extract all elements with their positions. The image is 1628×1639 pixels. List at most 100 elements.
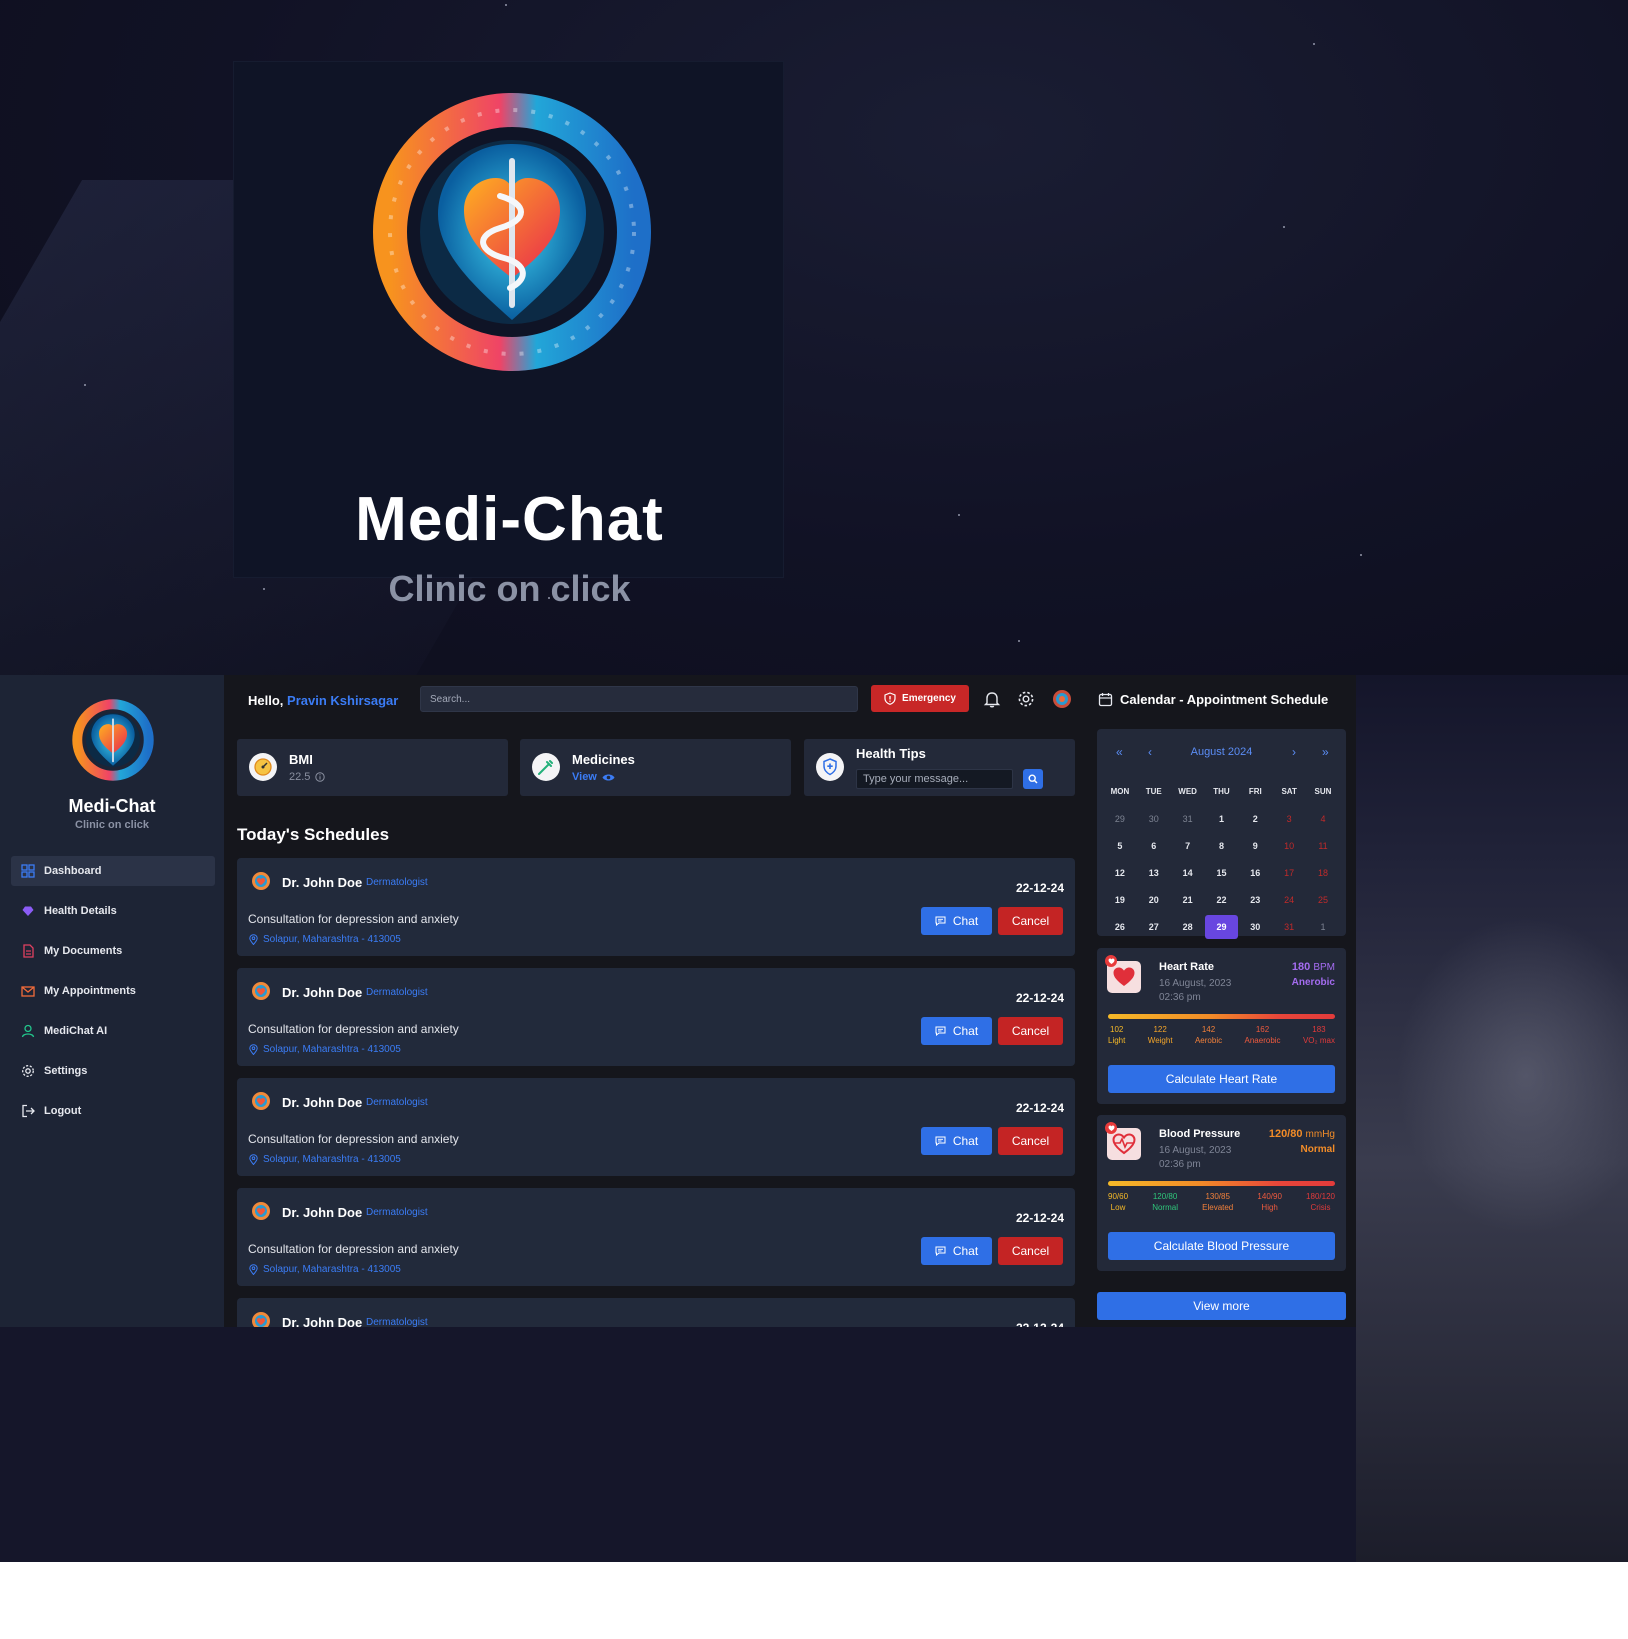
calendar-day[interactable]: 1 [1306, 922, 1340, 932]
sidebar-item-label: My Documents [44, 945, 123, 957]
calendar-day[interactable]: 21 [1171, 895, 1205, 905]
sidebar-item-my-appointments[interactable]: My Appointments [11, 976, 215, 1006]
user-name[interactable]: Pravin Kshirsagar [287, 693, 398, 708]
cancel-button[interactable]: Cancel [998, 907, 1063, 935]
calendar-day[interactable]: 28 [1171, 922, 1205, 932]
doctor-name[interactable]: Dr. John Doe [282, 1205, 362, 1220]
doctor-name[interactable]: Dr. John Doe [282, 985, 362, 1000]
calendar-day[interactable]: 22 [1205, 895, 1239, 905]
calendar-day-number: 11 [1318, 840, 1328, 851]
calendar-day[interactable]: 23 [1238, 895, 1272, 905]
calculate-blood-pressure-button[interactable]: Calculate Blood Pressure [1108, 1232, 1335, 1260]
calendar-day[interactable]: 31 [1272, 922, 1306, 932]
sidebar-item-health-details[interactable]: Health Details [11, 896, 215, 926]
star [1283, 226, 1285, 228]
calendar-day[interactable]: 10 [1272, 841, 1306, 851]
calendar-day[interactable]: 4 [1306, 814, 1340, 824]
sidebar-nav: Dashboard Health Details My Documents My… [11, 856, 215, 1136]
schedule-card: Dr. John Doe Dermatologist 22-12-24 Consult… [237, 1078, 1075, 1176]
calendar-day-number: 16 [1250, 867, 1261, 878]
search-input[interactable] [420, 686, 858, 712]
calendar-week-row: 29 30 31 1 2 3 4 [1103, 805, 1340, 832]
calendar-next-year-button[interactable]: » [1322, 745, 1329, 759]
bmi-card[interactable]: BMI 22.5 [237, 739, 508, 796]
sidebar-item-dashboard[interactable]: Dashboard [11, 856, 215, 886]
calendar-day-number: 17 [1284, 867, 1295, 878]
calendar-header: Calendar - Appointment Schedule [1098, 692, 1328, 707]
medicines-card[interactable]: Medicines View [520, 739, 791, 796]
calendar-day[interactable]: 25 [1306, 895, 1340, 905]
sidebar-item-my-documents[interactable]: My Documents [11, 936, 215, 966]
info-icon[interactable] [315, 772, 326, 782]
calendar-day[interactable]: 5 [1103, 841, 1137, 851]
calendar-month-label[interactable]: August 2024 [1097, 746, 1346, 758]
cancel-button[interactable]: Cancel [998, 1017, 1063, 1045]
calendar-day[interactable]: 3 [1272, 814, 1306, 824]
zone-value: 90/60 [1108, 1192, 1129, 1201]
blood-pressure-unit: mmHg [1305, 1129, 1335, 1140]
calendar-day[interactable]: 18 [1306, 868, 1340, 878]
calendar-day[interactable]: 17 [1272, 868, 1306, 878]
doctor-name[interactable]: Dr. John Doe [282, 1095, 362, 1110]
sidebar-item-settings[interactable]: Settings [11, 1056, 215, 1086]
location-pin-icon [249, 1044, 258, 1055]
calendar-day[interactable]: 15 [1205, 868, 1239, 878]
calendar-day[interactable]: 16 [1238, 868, 1272, 878]
calendar-day[interactable]: 12 [1103, 868, 1137, 878]
medicines-title: Medicines [572, 752, 635, 767]
calendar-day[interactable]: 24 [1272, 895, 1306, 905]
chat-button[interactable]: Chat [921, 1017, 992, 1045]
sidebar-item-medichat-ai[interactable]: MediChat AI [11, 1016, 215, 1046]
calendar-day[interactable]: 14 [1171, 868, 1205, 878]
zone-name: Anaerobic [1244, 1036, 1281, 1045]
calendar-day[interactable]: 2 [1238, 814, 1272, 824]
calendar-day[interactable]: 30 [1238, 922, 1272, 932]
cancel-button[interactable]: Cancel [998, 1237, 1063, 1265]
calendar-day[interactable]: 11 [1306, 841, 1340, 851]
sidebar-item-logout[interactable]: Logout [11, 1096, 215, 1126]
appointment-location: Solapur, Maharashtra - 413005 [249, 934, 401, 945]
calendar-day-selected[interactable]: 29 [1204, 914, 1239, 939]
calendar-weekday: TUE [1145, 787, 1162, 796]
gear-icon[interactable] [1017, 690, 1035, 708]
schedule-card: Dr. John Doe Dermatologist 22-12-24 Consult… [237, 968, 1075, 1066]
calendar-day[interactable]: 20 [1137, 895, 1171, 905]
bell-icon[interactable] [983, 690, 1001, 708]
calendar-next-month-button[interactable]: › [1292, 745, 1296, 759]
calendar-day[interactable]: 8 [1205, 841, 1239, 851]
view-more-button[interactable]: View more [1097, 1292, 1346, 1320]
chat-button[interactable]: Chat [921, 1127, 992, 1155]
schedule-card: Dr. John Doe Dermatologist 22-12-24 Consult… [237, 1188, 1075, 1286]
calendar-day[interactable]: 1 [1205, 814, 1239, 824]
health-tips-search-button[interactable] [1023, 769, 1043, 789]
calendar-day[interactable]: 9 [1238, 841, 1272, 851]
bmi-value-row: 22.5 [289, 771, 326, 783]
calendar-day[interactable]: 19 [1103, 895, 1137, 905]
chat-button[interactable]: Chat [921, 1237, 992, 1265]
sidebar-logo[interactable] [72, 699, 154, 781]
calendar-day[interactable]: 7 [1171, 841, 1205, 851]
calendar-day[interactable]: 26 [1103, 922, 1137, 932]
emergency-button[interactable]: Emergency [871, 685, 969, 712]
chat-button[interactable]: Chat [921, 907, 992, 935]
health-tips-message-input[interactable] [856, 769, 1013, 789]
calendar-day[interactable]: 29 [1103, 814, 1137, 824]
gauge-icon [249, 753, 277, 781]
doctor-name[interactable]: Dr. John Doe [282, 1315, 362, 1327]
calendar-day[interactable]: 30 [1137, 814, 1171, 824]
calendar-day[interactable]: 6 [1137, 841, 1171, 851]
eye-icon[interactable] [602, 773, 615, 782]
cancel-button[interactable]: Cancel [998, 1127, 1063, 1155]
heart-diamond-icon [22, 906, 34, 916]
medicines-view-row: View [572, 771, 615, 783]
calendar-day[interactable]: 13 [1137, 868, 1171, 878]
appointment-description: Consultation for depression and anxiety [248, 1022, 459, 1036]
zone-name: Weight [1147, 1036, 1173, 1045]
calculate-heart-rate-button[interactable]: Calculate Heart Rate [1108, 1065, 1335, 1093]
avatar[interactable] [1052, 689, 1072, 709]
search-icon [1028, 774, 1038, 784]
calendar-day[interactable]: 27 [1137, 922, 1171, 932]
medicines-view-link[interactable]: View [572, 771, 597, 783]
doctor-name[interactable]: Dr. John Doe [282, 875, 362, 890]
calendar-day[interactable]: 31 [1171, 814, 1205, 824]
